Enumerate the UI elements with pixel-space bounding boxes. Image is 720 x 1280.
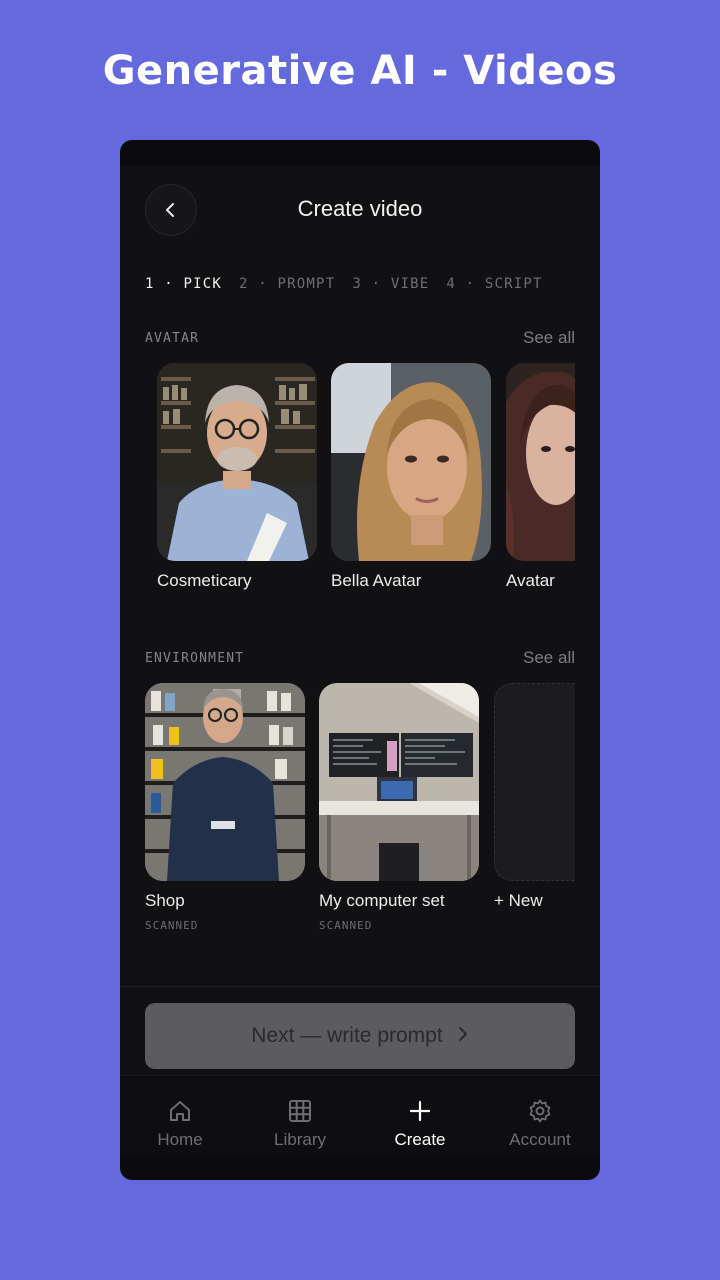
tab-library-label: Library: [274, 1130, 326, 1149]
home-icon: [167, 1096, 193, 1126]
tab-library[interactable]: Library: [240, 1076, 360, 1156]
environment-status: SCANNED: [319, 919, 373, 932]
environment-section-label: ENVIRONMENT: [145, 650, 245, 666]
new-environment-card[interactable]: + + New: [494, 683, 575, 911]
environment-name: Shop: [145, 891, 185, 910]
bottom-tab-bar: Home Library Create Account: [120, 1075, 600, 1156]
avatar-thumbnail: [157, 363, 317, 561]
environment-thumbnail: [145, 683, 305, 881]
avatar-section-label: AVATAR: [145, 330, 200, 346]
divider: [120, 986, 600, 987]
environment-see-all-link[interactable]: See all: [523, 648, 575, 668]
phone-frame: Create video 1 · PICK 2 · PROMPT 3 · VIB…: [120, 140, 600, 1180]
tab-account-label: Account: [509, 1130, 571, 1149]
avatar-carousel[interactable]: Cosmeticary Bella Avatar Avatar: [120, 363, 575, 603]
plus-icon: [407, 1096, 433, 1126]
step-pick[interactable]: 1 · PICK: [145, 276, 222, 292]
avatar-name: Bella Avatar: [331, 571, 422, 590]
avatar-section-header: AVATAR See all: [145, 328, 575, 348]
avatar-card[interactable]: Avatar: [506, 363, 575, 591]
gear-icon: [527, 1096, 553, 1126]
chevron-right-icon: [457, 1025, 469, 1048]
avatar-card[interactable]: Cosmeticary: [157, 363, 317, 591]
next-write-prompt-button[interactable]: Next — write prompt: [145, 1003, 575, 1069]
tab-home[interactable]: Home: [120, 1076, 240, 1156]
tab-create-label: Create: [394, 1130, 446, 1149]
environment-card[interactable]: Shop SCANNED: [145, 683, 305, 932]
step-vibe[interactable]: 3 · VIBE: [352, 276, 429, 292]
environment-section-header: ENVIRONMENT See all: [145, 648, 575, 668]
top-bar: Create video: [120, 166, 600, 256]
avatar-thumbnail: [506, 363, 575, 561]
tab-account[interactable]: Account: [480, 1076, 600, 1156]
step-prompt[interactable]: 2 · PROMPT: [239, 276, 335, 292]
avatar-card[interactable]: Bella Avatar: [331, 363, 491, 591]
next-button-label: Next — write prompt: [251, 1024, 443, 1047]
avatar-name: Cosmeticary: [157, 571, 252, 590]
tab-home-label: Home: [157, 1130, 203, 1149]
banner-title: Generative AI - Videos: [102, 48, 618, 94]
step-script[interactable]: 4 · SCRIPT: [446, 276, 542, 292]
new-environment-label: + New: [494, 891, 543, 910]
new-environment-tile: +: [494, 683, 575, 881]
environment-carousel[interactable]: Shop SCANNED My computer set SCANNED + N…: [120, 683, 575, 943]
environment-thumbnail: [319, 683, 479, 881]
tab-create[interactable]: Create: [360, 1076, 480, 1156]
avatar-name: Avatar: [506, 571, 555, 590]
environment-name: My computer set: [319, 891, 445, 910]
grid-icon: [287, 1096, 313, 1126]
create-video-screen: Create video 1 · PICK 2 · PROMPT 3 · VIB…: [120, 166, 600, 1156]
page-title: Create video: [297, 196, 423, 221]
avatar-thumbnail: [331, 363, 491, 561]
step-indicator: 1 · PICK 2 · PROMPT 3 · VIBE 4 · SCRIPT: [145, 276, 560, 292]
environment-card[interactable]: My computer set SCANNED: [319, 683, 479, 932]
environment-status: SCANNED: [145, 919, 199, 932]
avatar-see-all-link[interactable]: See all: [523, 328, 575, 348]
